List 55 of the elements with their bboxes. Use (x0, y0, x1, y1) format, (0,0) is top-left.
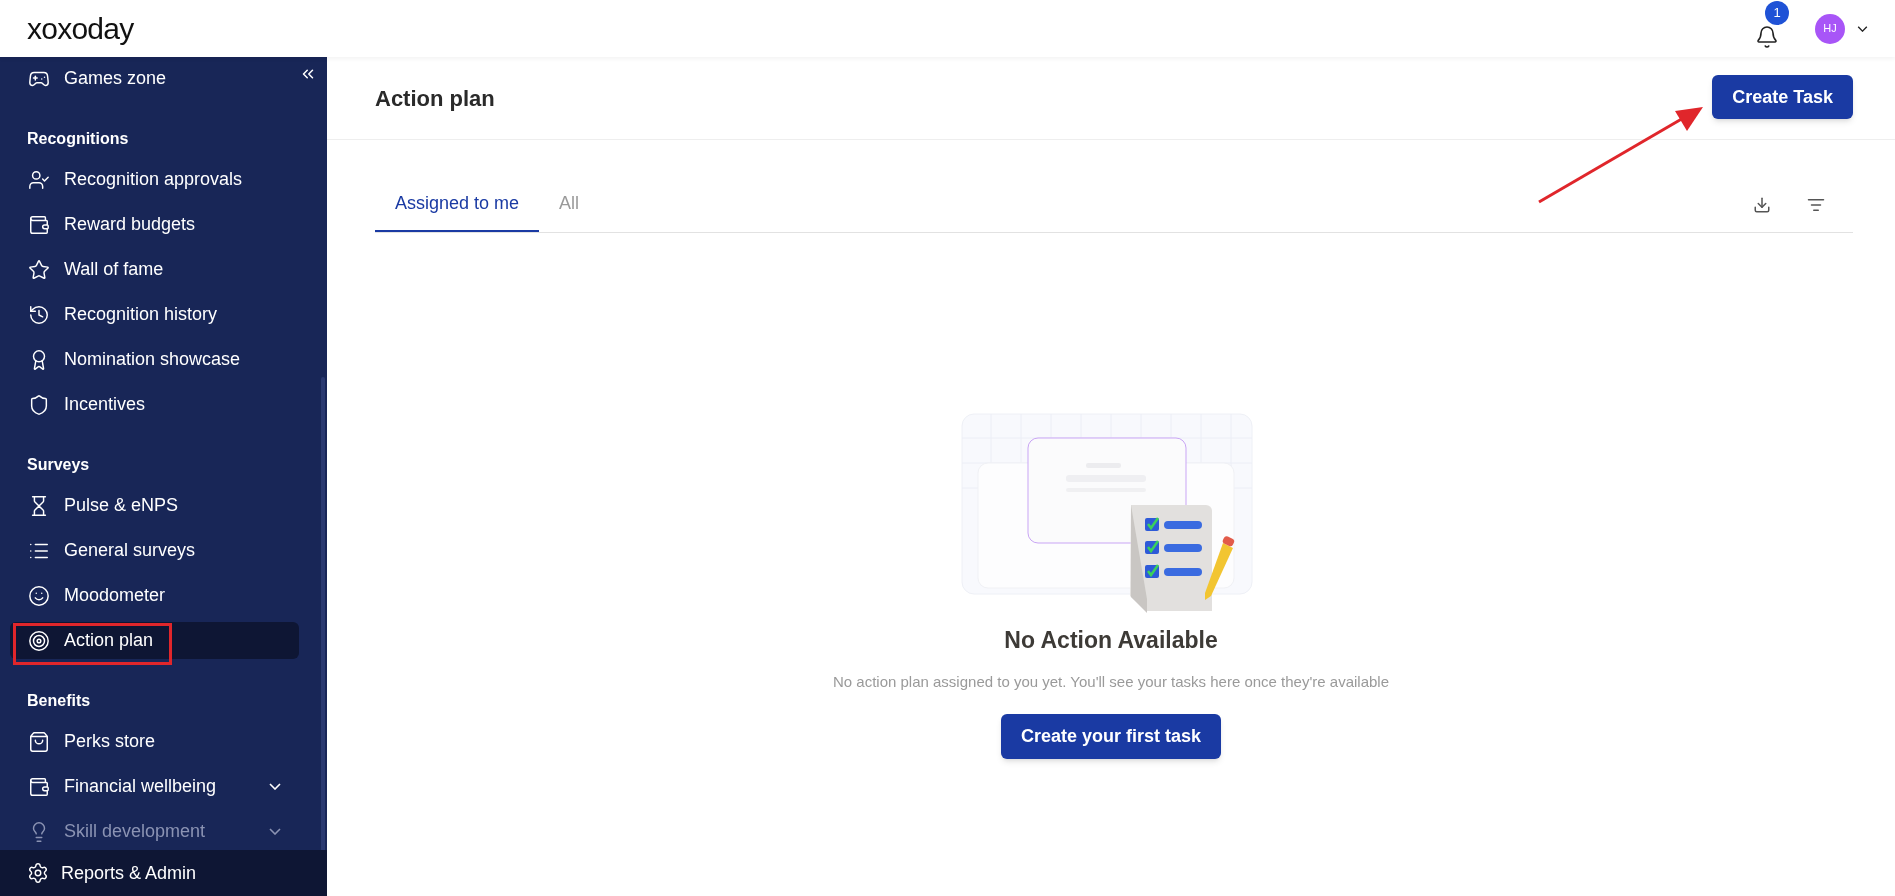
download-icon[interactable] (1753, 195, 1771, 214)
sidebar-item[interactable]: Recognition history (10, 296, 299, 333)
sidebar-item-label: Perks store (64, 730, 157, 753)
sidebar-item[interactable]: Reward budgets (10, 206, 299, 243)
sidebar-item[interactable]: Incentives (10, 386, 299, 423)
sidebar-item-label: Action plan (64, 629, 155, 652)
chevron-down-icon[interactable] (1857, 25, 1868, 32)
sidebar-footer-item[interactable]: Reports & Admin (0, 850, 327, 896)
sidebar-item[interactable]: Action plan (10, 622, 299, 659)
history-icon (28, 303, 50, 326)
sidebar-item-label: Financial wellbeing (64, 775, 218, 798)
sidebar-item-label: Moodometer (64, 584, 167, 607)
sidebar-item[interactable]: Games zone (10, 60, 299, 97)
section-heading: Surveys (26, 455, 91, 475)
sidebar-item[interactable]: Nomination showcase (10, 341, 299, 378)
sidebar-item[interactable]: Perks store (10, 723, 299, 760)
shopping-bag-icon (28, 730, 50, 753)
star-icon (28, 258, 50, 281)
shield-icon (28, 393, 50, 416)
section-heading: Benefits (26, 691, 92, 711)
sidebar-item-label: Reward budgets (64, 213, 197, 236)
sidebar-item[interactable]: Wall of fame (10, 251, 299, 288)
sidebar-item-label: Games zone (64, 67, 167, 90)
sidebar-item-label: General surveys (64, 539, 197, 562)
sidebar-item-label: Skill development (64, 820, 207, 843)
sidebar-item[interactable]: General surveys (10, 532, 299, 569)
empty-state-heading: No Action Available (1004, 626, 1218, 655)
create-first-task-button[interactable]: Create your first task (1000, 713, 1222, 759)
sidebar-item[interactable]: Financial wellbeing (10, 768, 299, 805)
smiley-icon (28, 584, 50, 607)
page-title: Action plan (375, 84, 496, 113)
create-task-button[interactable]: Create Task (1712, 75, 1853, 119)
sidebar-item-label: Wall of fame (64, 258, 165, 281)
notification-count: 1 (1765, 0, 1789, 25)
sidebar-item[interactable]: Recognition approvals (10, 161, 299, 198)
sidebar-item-label: Recognition history (64, 303, 219, 326)
logo: xoxoday (27, 11, 134, 47)
sidebar-item-label: Nomination showcase (64, 348, 242, 371)
sidebar-item-label: Incentives (64, 393, 147, 416)
section-heading: Recognitions (26, 129, 130, 149)
sidebar-item[interactable]: Moodometer (10, 577, 299, 614)
bell-icon[interactable] (1755, 24, 1779, 49)
user-check-icon (28, 168, 50, 191)
wallet-icon (28, 775, 50, 798)
target-icon (28, 629, 50, 652)
gear-icon (27, 862, 49, 884)
sidebar-item[interactable]: Skill development (10, 813, 299, 850)
tab[interactable]: Assigned to me (375, 177, 540, 232)
sidebar-item-label: Reports & Admin (61, 861, 197, 885)
sidebar-item-label: Recognition approvals (64, 168, 244, 191)
sidebar-item-label: Pulse & eNPS (64, 494, 180, 517)
wallet-icon (28, 213, 50, 236)
avatar[interactable]: HJ (1815, 13, 1845, 44)
sidebar-item[interactable]: Pulse & eNPS (10, 487, 299, 524)
empty-state-message: No action plan assigned to you yet. You'll see your tasks here once they're available (831, 671, 1391, 692)
